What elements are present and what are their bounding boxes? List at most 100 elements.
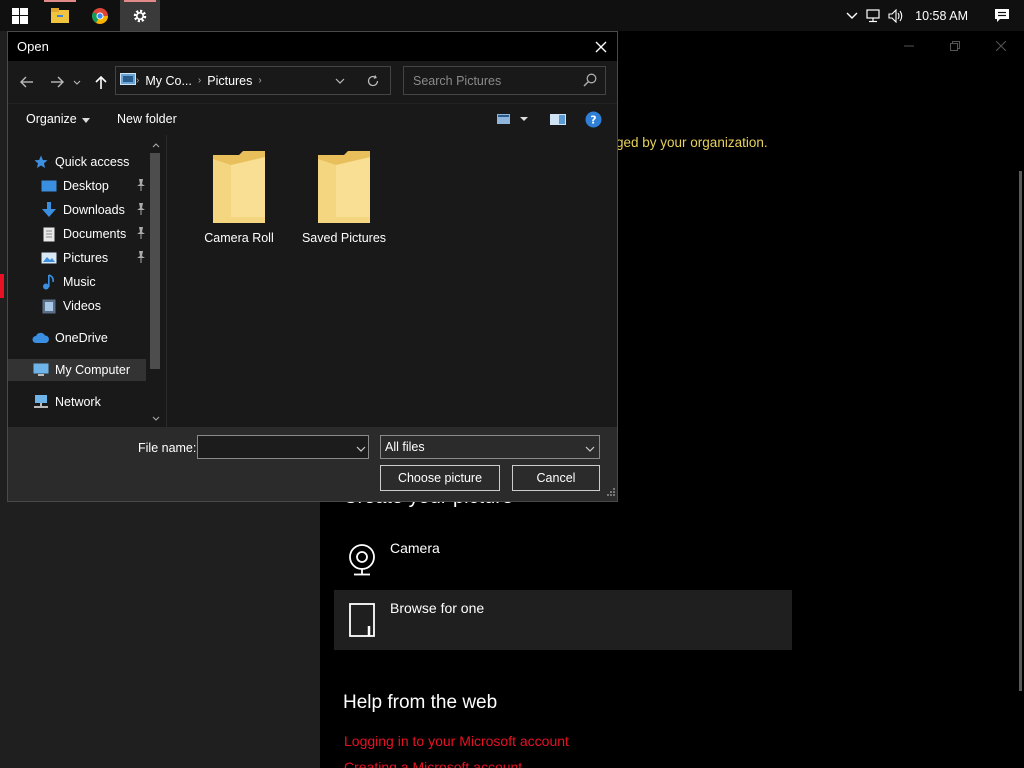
file-item-camera-roll[interactable]: Camera Roll (189, 149, 289, 259)
help-link-login[interactable]: Logging in to your Microsoft account (344, 733, 569, 749)
back-arrow-icon (20, 76, 33, 88)
camera-option-label: Camera (390, 540, 440, 556)
file-item-label: Camera Roll (204, 231, 274, 245)
folder-icon (213, 151, 265, 223)
view-options-button[interactable] (495, 111, 531, 130)
file-explorer-icon (51, 7, 69, 23)
help-link-create-account[interactable]: Creating a Microsoft account (344, 759, 522, 768)
file-name-dropdown[interactable] (356, 440, 366, 455)
tree-item-desktop[interactable]: Desktop (8, 175, 146, 197)
file-type-value: All files (385, 440, 425, 454)
search-box[interactable] (403, 66, 606, 95)
file-item-saved-pictures[interactable]: Saved Pictures (294, 149, 394, 259)
file-item-label: Saved Pictures (301, 231, 387, 245)
address-history-dropdown[interactable] (330, 67, 350, 94)
tree-item-documents[interactable]: Documents (8, 223, 146, 245)
scrollbar-thumb[interactable] (150, 153, 160, 369)
download-icon (40, 201, 58, 219)
address-bar[interactable]: › My Co... › Pictures › (115, 66, 391, 95)
help-icon: ? (585, 111, 602, 128)
tree-item-label: My Computer (55, 363, 131, 377)
organize-button[interactable]: Organize (26, 112, 91, 126)
taskbar-settings[interactable] (120, 0, 160, 31)
clock[interactable]: 10:58 AM (907, 9, 980, 23)
tree-item-onedrive[interactable]: OneDrive (8, 327, 146, 349)
tree-item-network[interactable]: Network (8, 391, 146, 413)
close-window-button[interactable] (978, 31, 1024, 61)
taskbar-file-explorer[interactable] (40, 0, 80, 31)
tree-item-quick-access[interactable]: Quick access (8, 151, 146, 173)
breadcrumb-my-computer[interactable]: My Co... (139, 74, 198, 88)
pin-icon[interactable] (136, 251, 146, 266)
action-center-icon[interactable] (980, 0, 1024, 31)
dialog-title-bar[interactable]: Open (8, 32, 617, 61)
computer-icon (32, 361, 50, 379)
help-heading: Help from the web (343, 692, 498, 713)
dialog-footer: File name: All files Choose picture Canc… (8, 427, 617, 501)
chrome-icon (92, 7, 108, 24)
refresh-button[interactable] (360, 67, 386, 94)
chevron-down-icon[interactable] (585, 441, 595, 455)
tree-item-label: Quick access (55, 155, 130, 169)
browse-option[interactable]: Browse for one (334, 590, 792, 650)
scroll-up-icon[interactable] (151, 140, 161, 150)
forward-button[interactable] (46, 71, 68, 93)
taskbar-chrome[interactable] (80, 0, 120, 31)
back-button[interactable] (16, 71, 38, 93)
navigation-pane: Quick access Desktop Downloads Documents… (8, 135, 164, 427)
camera-option[interactable]: Camera (334, 530, 792, 590)
resize-grip-icon[interactable] (607, 484, 615, 499)
chevron-up-icon[interactable] (841, 0, 863, 31)
restore-icon (950, 41, 960, 51)
pictures-location-icon (120, 73, 136, 88)
svg-text:?: ? (590, 114, 596, 127)
browse-icon (334, 590, 390, 650)
search-icon[interactable] (583, 73, 597, 90)
open-dialog: Open › My Co... › Pictures › Search Pict… (7, 31, 618, 502)
tree-item-my-computer[interactable]: My Computer (8, 359, 146, 381)
scroll-down-icon[interactable] (151, 413, 161, 423)
search-input[interactable] (404, 73, 574, 88)
tree-item-downloads[interactable]: Downloads (8, 199, 146, 221)
settings-icon (133, 9, 147, 22)
tree-item-videos[interactable]: Videos (8, 295, 146, 317)
start-button[interactable] (0, 0, 40, 31)
music-icon (40, 273, 58, 291)
file-name-input[interactable] (198, 436, 348, 458)
close-icon (996, 41, 1006, 51)
navigation-pane-scrollbar[interactable] (148, 153, 162, 369)
minimize-button[interactable] (886, 31, 932, 61)
up-button[interactable] (90, 71, 112, 93)
pin-icon[interactable] (136, 203, 146, 218)
file-name-field[interactable] (197, 435, 369, 459)
recent-locations-button[interactable] (70, 71, 84, 93)
breadcrumb-separator-icon: › (258, 75, 262, 86)
file-type-select[interactable]: All files (380, 435, 600, 459)
minimize-icon (904, 45, 914, 47)
help-button[interactable]: ? (585, 111, 602, 131)
preview-pane-button[interactable] (549, 111, 567, 130)
cancel-button[interactable]: Cancel (512, 465, 600, 491)
tree-item-label: Documents (63, 227, 127, 241)
dialog-close-button[interactable] (585, 32, 617, 61)
video-icon (40, 297, 58, 315)
tree-item-label: OneDrive (55, 331, 108, 345)
restore-button[interactable] (932, 31, 978, 61)
network-tray-icon[interactable] (863, 0, 885, 31)
close-icon (595, 41, 607, 52)
pin-icon[interactable] (136, 179, 146, 194)
star-icon (32, 153, 50, 171)
settings-scrollbar[interactable] (1019, 171, 1022, 691)
volume-icon[interactable] (885, 0, 907, 31)
tree-item-music[interactable]: Music (8, 271, 146, 293)
pin-icon[interactable] (136, 227, 146, 242)
preview-pane-icon (550, 114, 566, 125)
tree-item-label: Pictures (63, 251, 109, 265)
breadcrumb-pictures[interactable]: Pictures (201, 74, 258, 88)
file-list: Camera Roll Saved Pictures (166, 135, 617, 427)
choose-picture-button[interactable]: Choose picture (380, 465, 500, 491)
browse-option-label: Browse for one (390, 600, 485, 616)
tree-item-pictures[interactable]: Pictures (8, 247, 146, 269)
tree-item-label: Network (55, 395, 101, 409)
new-folder-button[interactable]: New folder (117, 112, 177, 126)
